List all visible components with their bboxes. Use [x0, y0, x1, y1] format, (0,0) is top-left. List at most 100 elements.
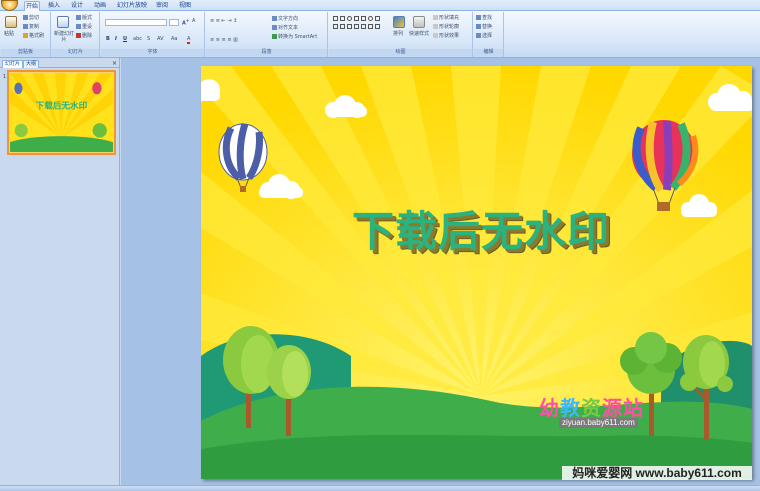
tab-insert[interactable]: 插入	[47, 1, 61, 11]
shape-more-icon[interactable]	[375, 24, 380, 29]
align-text-button[interactable]: 对齐文本	[272, 25, 298, 31]
cursor-icon	[476, 33, 481, 38]
quick-styles-icon[interactable]	[413, 16, 425, 28]
paste-button[interactable]: 粘贴	[4, 31, 14, 37]
tab-review[interactable]: 审阅	[155, 1, 169, 11]
editing-group: 查找 替换 选择 编辑	[474, 12, 504, 57]
font-color-icon[interactable]: A	[187, 36, 191, 44]
font-size-combo[interactable]	[169, 19, 179, 26]
text-direction-button[interactable]: 文字方向	[272, 16, 298, 22]
new-slide-button[interactable]: 新建幻灯片	[54, 31, 74, 43]
clear-format-icon[interactable]: A	[192, 18, 195, 24]
smartart-icon	[272, 34, 277, 39]
scissors-icon	[23, 15, 28, 20]
find-label: 查找	[482, 15, 493, 21]
format-painter-button[interactable]: 格式刷	[23, 33, 44, 39]
arrange-button[interactable]: 排列	[393, 31, 403, 37]
tab-outline[interactable]: 大纲	[23, 60, 40, 68]
ribbon: 粘贴 剪切 复制 格式刷 剪贴板 新建幻灯片 版式 重设 删除 幻灯片 A+ A…	[0, 11, 760, 58]
bold-button[interactable]: B	[106, 36, 110, 42]
slide-editing-area[interactable]: 下载后无水印 幼教资源站 ziyuan.baby611.com	[121, 58, 760, 485]
shape-oval-icon[interactable]	[347, 16, 352, 21]
italic-button[interactable]: I	[115, 36, 117, 42]
strikethrough-icon[interactable]: abc	[133, 36, 142, 42]
arrange-icon[interactable]	[393, 16, 405, 28]
smartart-label: 转换为 SmartArt	[278, 34, 318, 40]
grow-font-icon[interactable]: A+	[182, 18, 189, 27]
slide-thumbnail-1[interactable]: 下载后无水印	[7, 70, 116, 155]
office-button[interactable]	[1, 0, 18, 11]
shape-circle-icon[interactable]	[368, 16, 373, 21]
drawing-group: 排列 快速样式 形状填充 形状轮廓 形状效果 绘图	[329, 12, 473, 57]
effects-icon	[433, 33, 438, 38]
spacing-icon[interactable]: AV	[157, 36, 164, 42]
shape-effects-label: 形状效果	[439, 33, 460, 39]
tab-design[interactable]: 设计	[70, 1, 84, 11]
tab-slideshow[interactable]: 幻灯片放映	[117, 1, 147, 11]
align-text-icon	[272, 25, 277, 30]
shape-outline-button[interactable]: 形状轮廓	[433, 24, 459, 30]
ribbon-tab-bar: 开始 插入 设计 动画 幻灯片放映 审阅 视图	[0, 0, 760, 11]
tab-home[interactable]: 开始	[24, 1, 40, 11]
shape-outline-label: 形状轮廓	[439, 24, 460, 30]
thumbnail-art: 下载后无水印	[10, 73, 113, 152]
logo-char-2: 教	[560, 396, 581, 420]
slides-panel: 幻灯片 大纲 × 1 下载后无水印	[0, 58, 120, 485]
delete-icon	[76, 33, 81, 38]
copy-label: 复制	[29, 24, 40, 30]
slide-title[interactable]: 下载后无水印	[331, 198, 631, 259]
copy-button[interactable]: 复制	[23, 24, 39, 30]
panel-tabs: 幻灯片 大纲 ×	[0, 59, 120, 68]
shape-effects-button[interactable]: 形状效果	[433, 33, 459, 39]
tab-slides[interactable]: 幻灯片	[2, 60, 24, 68]
close-icon[interactable]: ×	[112, 60, 117, 67]
tab-view[interactable]: 视图	[178, 1, 192, 11]
shape-line-icon[interactable]	[354, 16, 359, 21]
cut-label: 剪切	[29, 15, 40, 21]
logo-char-4: 源站	[602, 396, 644, 420]
underline-button[interactable]: U	[123, 36, 127, 42]
binoculars-icon	[476, 15, 481, 20]
select-button[interactable]: 选择	[476, 33, 492, 39]
paragraph-group: ≡ ≡ ⇤ ⇥ ↕ ≡ ≡ ≡ ≡ ▥ 文字方向 对齐文本 转换为 SmartA…	[206, 12, 328, 57]
font-family-combo[interactable]	[105, 19, 167, 26]
fill-icon	[433, 15, 438, 20]
shape-rect-icon[interactable]	[333, 16, 338, 21]
shape-fill-button[interactable]: 形状填充	[433, 15, 459, 21]
quick-styles-button[interactable]: 快速样式	[409, 31, 429, 37]
site-logo: 幼教资源站	[539, 392, 644, 421]
replace-button[interactable]: 替换	[476, 24, 492, 30]
tab-animation[interactable]: 动画	[93, 1, 107, 11]
shape-textbox-icon[interactable]	[340, 16, 345, 21]
layout-button[interactable]: 版式	[76, 15, 92, 21]
slide-background	[201, 66, 752, 479]
shape-callout-icon[interactable]	[361, 24, 366, 29]
shape-star-icon[interactable]	[354, 24, 359, 29]
bullets-icon[interactable]: ≡ ≡ ⇤ ⇥ ↕	[210, 18, 237, 24]
change-case-icon[interactable]: Aa	[171, 36, 177, 42]
shape-arrow-icon[interactable]	[361, 16, 366, 21]
paste-icon[interactable]	[5, 16, 17, 28]
shape-brace-icon[interactable]	[347, 24, 352, 29]
shadow-icon[interactable]: S	[147, 36, 150, 42]
layout-icon	[76, 15, 81, 20]
copy-icon	[23, 24, 28, 29]
reset-button[interactable]: 重设	[76, 24, 92, 30]
shape-triangle-icon[interactable]	[333, 24, 338, 29]
align-icons[interactable]: ≡ ≡ ≡ ≡ ▥	[210, 37, 238, 43]
cut-button[interactable]: 剪切	[23, 15, 39, 21]
outline-icon	[433, 24, 438, 29]
replace-label: 替换	[482, 24, 493, 30]
delete-slide-button[interactable]: 删除	[76, 33, 92, 39]
slides-group: 新建幻灯片 版式 重设 删除 幻灯片	[52, 12, 100, 57]
reset-label: 重设	[82, 24, 93, 30]
drawing-group-label: 绘图	[329, 49, 472, 56]
shape-hexagon-icon[interactable]	[340, 24, 345, 29]
shape-bracket-icon[interactable]	[368, 24, 373, 29]
shape-square-icon[interactable]	[375, 16, 380, 21]
current-slide[interactable]: 下载后无水印 幼教资源站 ziyuan.baby611.com	[201, 66, 752, 479]
smartart-button[interactable]: 转换为 SmartArt	[272, 34, 317, 40]
new-slide-icon[interactable]	[57, 16, 69, 28]
font-group-label: 字体	[101, 49, 204, 56]
find-button[interactable]: 查找	[476, 15, 492, 21]
